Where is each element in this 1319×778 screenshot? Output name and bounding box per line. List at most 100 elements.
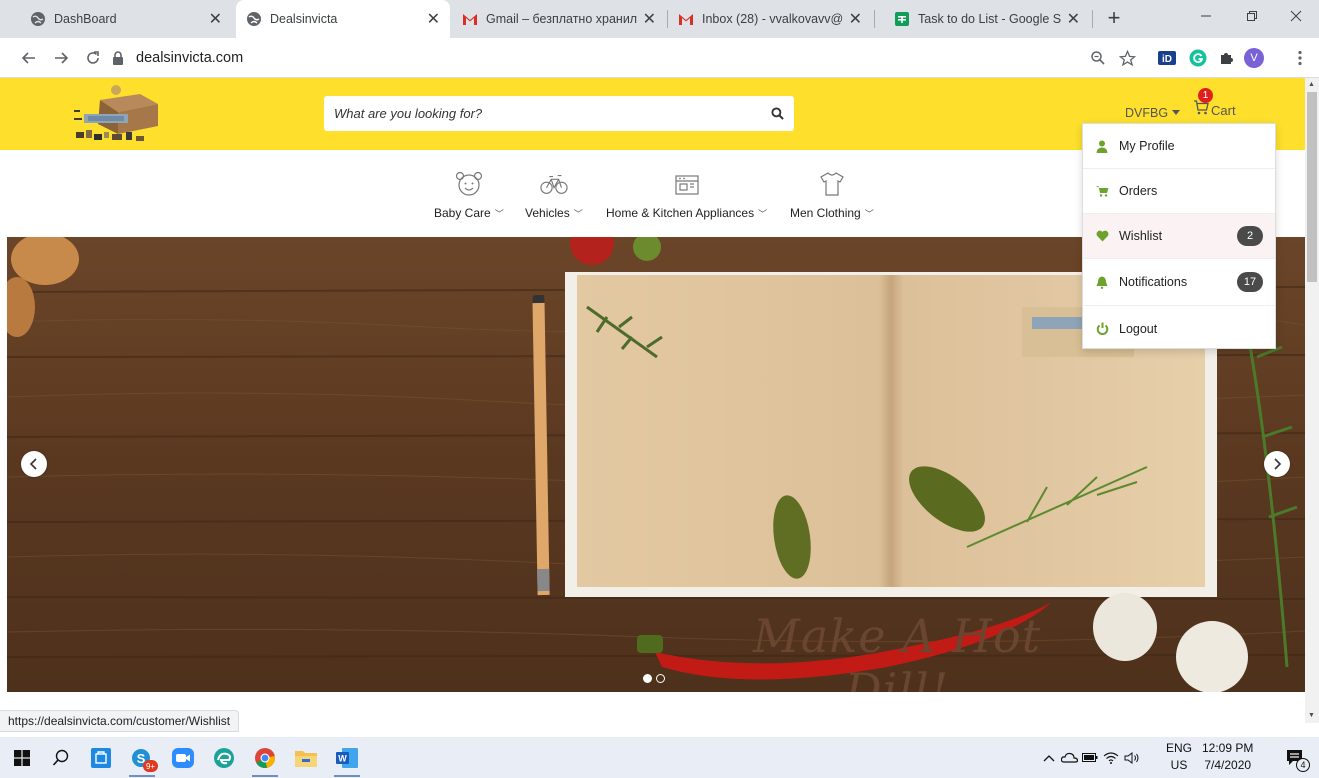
clock-date: 7/4/2020 (1204, 758, 1252, 772)
heart-icon (1095, 229, 1109, 243)
category-label: Home & Kitchen Appliances ﹀ (606, 206, 768, 220)
language-code: ENG (1166, 741, 1193, 755)
windows-start-icon[interactable] (7, 743, 37, 773)
scroll-up-icon[interactable]: ▲ (1308, 81, 1315, 88)
close-icon[interactable]: ✕ (1067, 9, 1080, 29)
gmail-icon (462, 11, 478, 27)
account-dropdown-toggle[interactable]: DVFBG (1125, 106, 1181, 120)
kebab-menu-icon[interactable] (1290, 48, 1310, 68)
windows-taskbar: S 9+ W ENG US 12:09 PM 7/4/2020 4 (0, 737, 1319, 778)
address-bar[interactable]: dealsinvicta.com (112, 43, 1112, 73)
extensions-puzzle-icon[interactable] (1217, 48, 1237, 68)
clock[interactable]: 12:09 PM 7/4/2020 (1202, 740, 1253, 774)
caret-down-icon (1172, 110, 1181, 115)
bell-icon (1095, 275, 1109, 289)
wifi-icon[interactable] (1100, 751, 1122, 764)
word-app-icon[interactable]: W (332, 743, 362, 777)
user-icon (1095, 139, 1109, 153)
chevron-down-icon: ﹀ (864, 209, 874, 219)
category-baby-care[interactable]: Baby Care ﹀ (434, 170, 504, 220)
carousel-prev-button[interactable] (21, 451, 47, 477)
link-status-bubble: https://dealsinvicta.com/customer/Wishli… (0, 710, 240, 732)
account-username: DVFBG (1125, 106, 1169, 120)
page-scrollbar[interactable]: ▲ ▼ (1305, 78, 1319, 723)
search-input[interactable] (324, 96, 760, 131)
menu-item-wishlist[interactable]: Wishlist 2 (1083, 214, 1275, 259)
search-icon[interactable] (760, 107, 794, 120)
store-app-icon[interactable] (86, 743, 116, 773)
carousel-dot[interactable] (656, 674, 665, 683)
menu-item-orders[interactable]: Orders (1083, 169, 1275, 214)
chevron-down-icon: ﹀ (758, 209, 768, 219)
back-button[interactable] (18, 47, 40, 69)
browser-tab-strip: DashBoard ✕ Dealsinvicta ✕ Gmail – безпл… (0, 0, 1319, 38)
sheets-icon (894, 11, 910, 27)
cart-icon (1095, 184, 1109, 198)
profile-avatar[interactable]: V (1244, 48, 1264, 68)
tab-task-list[interactable]: Task to do List - Google She ✕ (884, 0, 1090, 38)
search-bar (324, 96, 794, 131)
arrow-right-icon (55, 52, 69, 64)
volume-icon[interactable] (1122, 751, 1142, 764)
power-icon (1095, 322, 1109, 336)
tab-dealsinvicta[interactable]: Dealsinvicta ✕ (236, 0, 450, 38)
battery-icon[interactable] (1080, 753, 1100, 762)
bookmark-star-icon[interactable] (1117, 48, 1137, 68)
scrollbar-thumb[interactable] (1307, 92, 1317, 282)
forward-button[interactable] (50, 47, 72, 69)
globe-icon (246, 11, 262, 27)
scroll-down-icon[interactable]: ▼ (1308, 712, 1315, 719)
category-home-kitchen[interactable]: Home & Kitchen Appliances ﹀ (606, 170, 767, 220)
close-icon[interactable]: ✕ (643, 9, 656, 29)
menu-item-my-profile[interactable]: My Profile (1083, 124, 1275, 169)
reload-button[interactable] (82, 47, 104, 69)
account-dropdown-menu: My Profile Orders Wishlist 2 Notificatio… (1082, 123, 1276, 349)
gmail-icon (678, 11, 694, 27)
clock-time: 12:09 PM (1202, 741, 1254, 755)
id-extension-icon[interactable]: iD (1157, 48, 1177, 68)
tab-title: DashBoard (54, 12, 117, 26)
category-label: Men Clothing ﹀ (790, 206, 874, 220)
file-explorer-icon[interactable] (291, 743, 321, 773)
close-icon[interactable]: ✕ (209, 9, 222, 29)
window-close-button[interactable] (1273, 0, 1319, 32)
menu-item-label: Wishlist (1119, 229, 1163, 243)
tray-chevron-up-icon[interactable] (1040, 754, 1058, 762)
reload-icon (87, 51, 99, 64)
minimize-button[interactable] (1183, 0, 1229, 32)
close-icon[interactable]: ✕ (849, 9, 862, 29)
restore-button[interactable] (1229, 0, 1275, 32)
menu-item-label: Logout (1119, 321, 1158, 336)
menu-item-label: My Profile (1119, 139, 1175, 153)
tab-dashboard[interactable]: DashBoard ✕ (20, 0, 232, 38)
wishlist-count-badge: 2 (1237, 226, 1263, 246)
chevron-down-icon: ﹀ (573, 209, 583, 219)
close-icon[interactable]: ✕ (427, 9, 440, 29)
tab-inbox[interactable]: Inbox (28) - vvalkovavv@gr ✕ (668, 0, 872, 38)
action-center-icon[interactable]: 4 (1280, 743, 1310, 773)
cart-button[interactable]: Cart 1 (1193, 88, 1236, 118)
carousel-dot-active[interactable] (643, 674, 652, 683)
category-men-clothing[interactable]: Men Clothing ﹀ (790, 170, 874, 220)
globe-icon (30, 11, 46, 27)
arrow-left-icon (21, 52, 35, 64)
grammarly-icon[interactable] (1188, 48, 1208, 68)
skype-app-icon[interactable]: S 9+ (127, 743, 158, 777)
menu-item-logout[interactable]: Logout (1083, 306, 1275, 351)
zoom-app-icon[interactable] (168, 743, 198, 773)
onedrive-cloud-icon[interactable] (1058, 752, 1080, 763)
zoom-icon[interactable] (1088, 48, 1108, 68)
tab-gmail[interactable]: Gmail – безплатно хранили ✕ (452, 0, 666, 38)
menu-item-notifications[interactable]: Notifications 17 (1083, 259, 1275, 306)
taskbar-search-icon[interactable] (46, 743, 76, 773)
input-language-indicator[interactable]: ENG US (1166, 740, 1192, 774)
site-logo[interactable] (70, 82, 162, 146)
category-label: Vehicles ﹀ (525, 206, 583, 220)
menu-item-label: Orders (1119, 184, 1158, 198)
category-vehicles[interactable]: Vehicles ﹀ (525, 170, 583, 220)
edge-app-icon[interactable] (209, 743, 239, 773)
new-tab-button[interactable]: + (1101, 6, 1127, 32)
chrome-app-icon[interactable] (250, 743, 280, 777)
chevron-right-icon (1274, 458, 1282, 470)
carousel-next-button[interactable] (1264, 451, 1290, 477)
